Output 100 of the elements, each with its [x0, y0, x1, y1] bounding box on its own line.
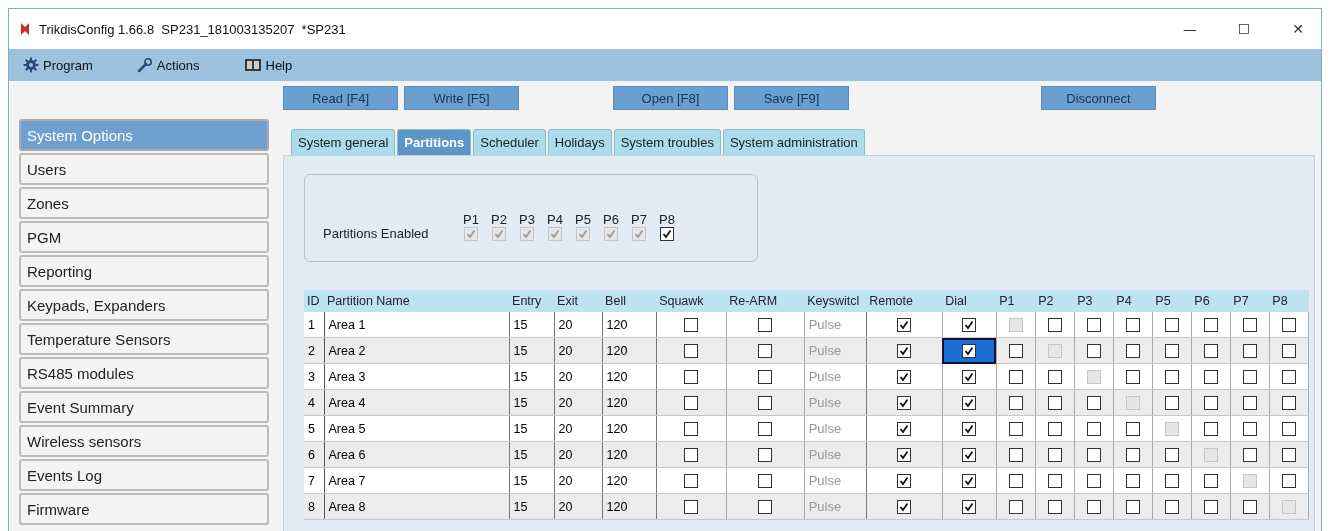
- checkbox[interactable]: [897, 421, 912, 436]
- checkbox[interactable]: [1008, 473, 1023, 488]
- checkbox[interactable]: [962, 317, 977, 332]
- checkbox[interactable]: [1008, 447, 1023, 462]
- checkbox[interactable]: [684, 369, 699, 384]
- checkbox[interactable]: [962, 343, 977, 358]
- checkbox[interactable]: [1242, 343, 1257, 358]
- sidebar-item[interactable]: Keypads, Expanders: [19, 289, 269, 321]
- checkbox[interactable]: [758, 395, 773, 410]
- checkbox[interactable]: [1242, 369, 1257, 384]
- checkbox[interactable]: [1281, 343, 1296, 358]
- menu-item[interactable]: Help: [235, 57, 301, 73]
- close-button[interactable]: ✕: [1275, 14, 1321, 44]
- toolbar-button[interactable]: Disconnect: [1041, 86, 1156, 110]
- tab[interactable]: System administration: [722, 129, 865, 155]
- checkbox[interactable]: [962, 447, 977, 462]
- checkbox[interactable]: [1008, 499, 1023, 514]
- sidebar-item[interactable]: Events Log: [19, 459, 269, 491]
- minimize-button[interactable]: —: [1167, 14, 1213, 44]
- checkbox[interactable]: [1008, 395, 1023, 410]
- checkbox[interactable]: [1086, 395, 1101, 410]
- checkbox[interactable]: [1164, 473, 1179, 488]
- checkbox[interactable]: [1047, 369, 1062, 384]
- checkbox[interactable]: [1164, 317, 1179, 332]
- checkbox[interactable]: [1086, 343, 1101, 358]
- checkbox[interactable]: [1242, 317, 1257, 332]
- tab[interactable]: Scheduler: [473, 129, 546, 155]
- checkbox[interactable]: [758, 447, 773, 462]
- checkbox[interactable]: [1203, 499, 1218, 514]
- checkbox[interactable]: [1281, 473, 1296, 488]
- checkbox[interactable]: [962, 369, 977, 384]
- checkbox[interactable]: [758, 369, 773, 384]
- checkbox[interactable]: [1281, 447, 1296, 462]
- checkbox[interactable]: [1281, 317, 1296, 332]
- toolbar-button[interactable]: Save [F9]: [734, 86, 849, 110]
- menu-item[interactable]: Program: [15, 57, 101, 73]
- checkbox[interactable]: [1164, 447, 1179, 462]
- checkbox[interactable]: [897, 473, 912, 488]
- toolbar-button[interactable]: Read [F4]: [283, 86, 398, 110]
- checkbox[interactable]: [1125, 421, 1140, 436]
- checkbox[interactable]: [1125, 317, 1140, 332]
- toolbar-button[interactable]: Write [F5]: [404, 86, 519, 110]
- checkbox[interactable]: [1242, 421, 1257, 436]
- checkbox[interactable]: [1086, 317, 1101, 332]
- checkbox[interactable]: [962, 499, 977, 514]
- checkbox[interactable]: [962, 421, 977, 436]
- checkbox[interactable]: [1086, 499, 1101, 514]
- checkbox[interactable]: [1281, 395, 1296, 410]
- checkbox[interactable]: [1203, 421, 1218, 436]
- checkbox[interactable]: [758, 473, 773, 488]
- checkbox[interactable]: [684, 421, 699, 436]
- checkbox[interactable]: [1242, 395, 1257, 410]
- menu-item[interactable]: Actions: [128, 57, 208, 73]
- checkbox[interactable]: [1203, 473, 1218, 488]
- checkbox[interactable]: [1242, 447, 1257, 462]
- checkbox[interactable]: [758, 343, 773, 358]
- checkbox[interactable]: [1008, 369, 1023, 384]
- sidebar-item[interactable]: Reporting: [19, 255, 269, 287]
- checkbox[interactable]: [1203, 395, 1218, 410]
- checkbox[interactable]: [1242, 499, 1257, 514]
- tab[interactable]: System troubles: [613, 129, 721, 155]
- sidebar-item[interactable]: PGM: [19, 221, 269, 253]
- checkbox[interactable]: [897, 343, 912, 358]
- checkbox[interactable]: [1086, 473, 1101, 488]
- sidebar-item[interactable]: RS485 modules: [19, 357, 269, 389]
- checkbox[interactable]: [1203, 343, 1218, 358]
- checkbox[interactable]: [897, 369, 912, 384]
- checkbox[interactable]: [897, 447, 912, 462]
- tab[interactable]: Holidays: [547, 129, 612, 155]
- checkbox[interactable]: [1203, 317, 1218, 332]
- tab[interactable]: System general: [291, 129, 396, 155]
- table-cell[interactable]: [942, 337, 997, 364]
- checkbox[interactable]: [1086, 421, 1101, 436]
- checkbox[interactable]: [758, 317, 773, 332]
- checkbox[interactable]: [684, 343, 699, 358]
- checkbox[interactable]: [660, 227, 674, 241]
- checkbox[interactable]: [1047, 421, 1062, 436]
- sidebar-item[interactable]: Wireless sensors: [19, 425, 269, 457]
- checkbox[interactable]: [1281, 369, 1296, 384]
- checkbox[interactable]: [1047, 473, 1062, 488]
- sidebar-item[interactable]: Users: [19, 153, 269, 185]
- checkbox[interactable]: [1125, 343, 1140, 358]
- toolbar-button[interactable]: Open [F8]: [613, 86, 728, 110]
- checkbox[interactable]: [1125, 473, 1140, 488]
- sidebar-item[interactable]: Zones: [19, 187, 269, 219]
- checkbox[interactable]: [1164, 343, 1179, 358]
- sidebar-item[interactable]: Firmware: [19, 493, 269, 525]
- checkbox[interactable]: [1125, 447, 1140, 462]
- checkbox[interactable]: [962, 473, 977, 488]
- checkbox[interactable]: [684, 473, 699, 488]
- checkbox[interactable]: [1203, 369, 1218, 384]
- checkbox[interactable]: [1281, 421, 1296, 436]
- checkbox[interactable]: [684, 499, 699, 514]
- checkbox[interactable]: [1125, 369, 1140, 384]
- checkbox[interactable]: [897, 395, 912, 410]
- checkbox[interactable]: [1164, 395, 1179, 410]
- checkbox[interactable]: [897, 317, 912, 332]
- checkbox[interactable]: [897, 499, 912, 514]
- checkbox[interactable]: [1086, 447, 1101, 462]
- maximize-button[interactable]: ☐: [1221, 14, 1267, 44]
